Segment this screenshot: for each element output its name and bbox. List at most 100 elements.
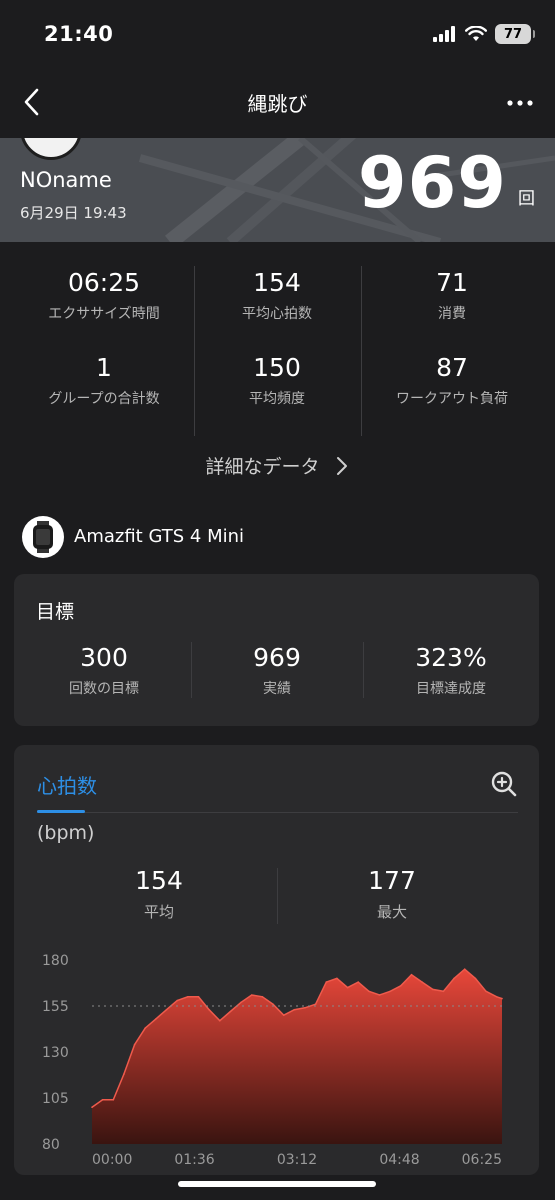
heart-rate-point: [368, 990, 370, 993]
heart-rate-point: [229, 1010, 232, 1013]
divider: [194, 266, 195, 436]
heart-rate-point: [400, 985, 402, 987]
heart-rate-point: [357, 981, 360, 983]
jump-count-unit: 回: [518, 189, 535, 209]
heart-rate-avg-value: 154: [135, 866, 183, 895]
detailed-data-link[interactable]: 詳細なデータ: [0, 452, 555, 479]
heart-rate-point: [378, 994, 381, 996]
chevron-right-icon: [336, 457, 347, 475]
heart-rate-point: [442, 990, 445, 993]
heart-rate-point: [176, 999, 178, 1002]
y-tick-label: 80: [42, 1137, 60, 1153]
zoom-button[interactable]: [490, 770, 518, 798]
x-tick-label: 06:25: [462, 1152, 502, 1168]
tab-indicator: [37, 810, 85, 813]
goal-actual: 969 実績: [193, 643, 361, 698]
stat-label: エクササイズ時間: [48, 306, 160, 322]
bpm-unit-label: (bpm): [37, 822, 95, 844]
stat-avg-frequency: 150 平均頻度: [193, 353, 361, 408]
heart-rate-point: [463, 968, 466, 970]
stat-group-total: 1 グループの合計数: [20, 353, 188, 408]
stat-value: 71: [436, 268, 468, 297]
heart-rate-point: [495, 996, 498, 998]
heart-rate-point: [272, 1003, 274, 1005]
more-options-button[interactable]: [505, 88, 535, 118]
heart-rate-area: [92, 969, 502, 1144]
heart-rate-point: [187, 996, 189, 998]
stat-value: 06:25: [67, 268, 141, 297]
stat-label: 平均心拍数: [242, 306, 312, 322]
heart-rate-point: [293, 1008, 296, 1011]
heart-rate-point: [261, 996, 264, 998]
workout-summary-banner: NOname 6月29日 19:43 969 回: [0, 138, 555, 242]
stat-exercise-time: 06:25 エクササイズ時間: [20, 268, 188, 323]
battery-indicator: 77: [495, 24, 535, 44]
heart-rate-point: [240, 1001, 242, 1004]
stat-value: 150: [253, 353, 301, 382]
x-tick-label: 00:00: [92, 1152, 132, 1168]
heart-rate-point: [389, 990, 392, 993]
heart-rate-point: [485, 990, 487, 993]
divider: [277, 868, 278, 924]
heart-rate-point: [208, 1008, 210, 1011]
goal-title: 目標: [36, 601, 75, 623]
divider: [363, 642, 364, 698]
wifi-icon: [465, 26, 487, 41]
stat-workout-load: 87 ワークアウト負荷: [368, 353, 536, 408]
goal-label: 回数の目標: [69, 681, 139, 697]
stat-value: 154: [253, 268, 301, 297]
heart-rate-point: [133, 1043, 136, 1046]
heart-rate-max-value: 177: [368, 866, 416, 895]
status-icons: 77: [433, 24, 535, 44]
goal-target: 300 回数の目標: [20, 643, 188, 698]
divider: [361, 266, 362, 436]
more-icon: [507, 100, 533, 106]
tab-heart-rate[interactable]: 心拍数: [37, 770, 97, 799]
goal-value: 323%: [415, 643, 487, 672]
home-indicator: [178, 1181, 376, 1187]
goal-achievement: 323% 目標達成度: [367, 643, 535, 698]
stat-value: 87: [436, 353, 468, 382]
heart-rate-point: [165, 1008, 168, 1011]
heart-rate-max-label: 最大: [376, 903, 407, 921]
goal-label: 実績: [263, 681, 291, 697]
heart-rate-point: [197, 996, 200, 998]
stat-label: グループの合計数: [48, 391, 160, 407]
x-axis: 00:00 01:36 03:12 04:48 06:25: [92, 1152, 502, 1168]
zoom-in-icon: [491, 771, 517, 797]
status-time: 21:40: [44, 22, 114, 46]
stat-value: 1: [96, 353, 112, 382]
heart-rate-point: [282, 1014, 285, 1016]
heart-rate-point: [325, 981, 328, 983]
y-tick-label: 105: [42, 1091, 69, 1107]
x-tick-label: 01:36: [174, 1152, 214, 1168]
workout-date: 6月29日 19:43: [20, 204, 127, 222]
heart-rate-point: [144, 1027, 146, 1029]
stat-label: ワークアウト負荷: [396, 391, 508, 407]
y-tick-label: 130: [42, 1045, 69, 1061]
heart-rate-point: [155, 1018, 157, 1020]
heart-rate-point: [101, 1099, 104, 1101]
y-tick-label: 180: [42, 953, 69, 969]
heart-rate-point: [421, 981, 423, 983]
heart-rate-point: [501, 997, 503, 1000]
goal-value: 300: [80, 643, 128, 672]
device-name: Amazfit GTS 4 Mini: [74, 526, 245, 547]
signal-icon: [433, 26, 455, 42]
heart-rate-point: [219, 1019, 221, 1022]
stat-avg-heart-rate: 154 平均心拍数: [193, 268, 361, 323]
x-tick-label: 04:48: [379, 1152, 419, 1168]
heart-rate-point: [474, 977, 477, 980]
watch-icon: [22, 516, 64, 558]
heart-rate-point: [432, 988, 434, 991]
heart-rate-point: [336, 977, 338, 980]
y-axis: 180 155 130 105 80: [42, 953, 69, 1153]
page-title: 縄跳び: [247, 92, 308, 116]
heart-rate-point: [410, 973, 413, 976]
goal-label: 目標達成度: [416, 681, 486, 697]
heart-rate-point: [304, 1007, 306, 1009]
heart-rate-point: [453, 977, 455, 980]
stat-label: 平均頻度: [249, 391, 305, 407]
heart-rate-point: [123, 1073, 125, 1075]
stat-calories: 71 消費: [368, 268, 536, 323]
